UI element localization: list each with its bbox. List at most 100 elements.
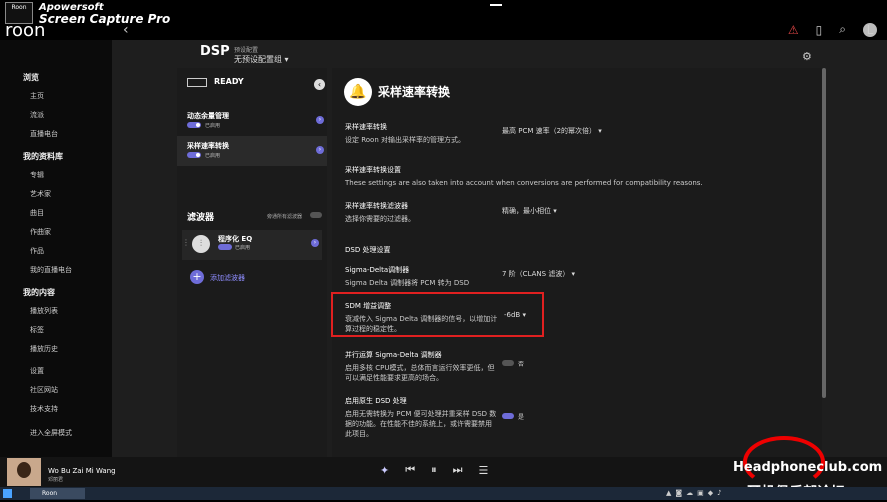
enabled-toggle[interactable] xyxy=(187,152,201,158)
sample-rate-dropdown[interactable]: 最高 PCM 速率（2的幂次倍） ▾ xyxy=(502,126,602,136)
sidebar-heading-content: 我的内容 xyxy=(23,288,55,297)
sidebar-item-home[interactable]: 主页 xyxy=(30,91,112,101)
filter-name: 程序化 EQ xyxy=(218,235,253,243)
sidebar-item-playlists[interactable]: 播放列表 xyxy=(30,306,112,316)
artist-name[interactable]: 邓丽君 xyxy=(48,476,63,483)
forum-watermark-url: Headphoneclub.com xyxy=(733,460,883,475)
sidebar-item-artists[interactable]: 艺术家 xyxy=(30,189,112,199)
previous-icon[interactable]: ⏮ xyxy=(405,463,415,477)
setting-title: Sigma-Delta调制器 xyxy=(345,266,410,274)
preset-value: 无预设配置组 xyxy=(234,55,282,64)
dsp-chain-panel: READY ‹ 动态余量管理 已启用 › 采样速率转换 已启用 › 滤波器 旁通… xyxy=(177,68,327,457)
native-dsd-toggle[interactable] xyxy=(502,413,514,419)
setting-title: 启用原生 DSD 处理 xyxy=(345,397,407,405)
profile-avatar[interactable]: L xyxy=(863,22,877,37)
back-chevron-icon[interactable]: ‹ xyxy=(123,22,129,38)
bookmark-icon[interactable]: ▯ xyxy=(816,23,823,37)
chevron-right-icon[interactable]: › xyxy=(316,146,324,154)
dropdown-value: 精确，最小相位 xyxy=(502,207,551,215)
filter-card-eq[interactable]: ⋮⋮ ⫶ 程序化 EQ 已启用 › xyxy=(182,230,322,260)
sidebar-item-compositions[interactable]: 作品 xyxy=(30,246,112,256)
row-state: 已启用 xyxy=(205,123,221,129)
sidebar-item-albums[interactable]: 专辑 xyxy=(30,170,112,180)
sidebar-item-genres[interactable]: 流派 xyxy=(30,110,112,120)
minimize-button[interactable] xyxy=(490,0,502,6)
chevron-down-icon: ▾ xyxy=(284,55,289,64)
queue-icon[interactable]: ☰ xyxy=(479,464,489,477)
parallel-toggle-label: 否 xyxy=(518,361,525,368)
windows-start-icon[interactable] xyxy=(3,489,12,498)
sidebar-item-tracks[interactable]: 曲目 xyxy=(30,208,112,218)
system-tray[interactable]: ▲◙☁▣◆♪ xyxy=(666,489,726,497)
filters-heading: 滤波器 xyxy=(187,213,215,223)
page-title: DSP xyxy=(200,44,230,59)
setting-desc: 据的功能。在性能不佳的系统上，或许需要禁用 xyxy=(345,420,492,428)
sidebar-group-misc: 设置 社区网站 技术支持 xyxy=(0,366,112,414)
status-header: READY ‹ xyxy=(177,72,327,94)
sidebar-item-support[interactable]: 技术支持 xyxy=(30,404,112,414)
setting-sample-rate-settings: 采样速率转换设置 These settings are also taken i… xyxy=(345,165,703,188)
song-title[interactable]: Wo Bu Zai Mi Wang xyxy=(48,467,116,475)
roon-logo[interactable]: roon xyxy=(5,20,45,41)
row-name: 采样速率转换 xyxy=(187,142,229,150)
next-icon[interactable]: ⏭ xyxy=(453,463,463,477)
eq-icon: ⫶ xyxy=(192,235,210,253)
gear-icon[interactable]: ⚙ xyxy=(802,50,812,63)
section-title: 采样速率转换 xyxy=(378,85,451,99)
filter-dropdown[interactable]: 精确，最小相位 ▾ xyxy=(502,206,557,216)
sparkle-icon[interactable]: ✦ xyxy=(380,464,389,477)
sidebar-item-composers[interactable]: 作曲家 xyxy=(30,227,112,237)
filter-state: 已启用 xyxy=(235,245,251,251)
setting-desc: 启用多核 CPU模式，总体而言运行效率更低，但 xyxy=(345,364,495,372)
pause-icon[interactable]: ⏸ xyxy=(431,463,437,477)
setting-parallel-sdm: 并行运算 Sigma-Delta 调制器 启用多核 CPU模式，总体而言运行效率… xyxy=(345,350,494,383)
main-area: DSP 预设配置 无预设配置组 ▾ ⚙ READY ‹ 动态余量管理 已启用 ›… xyxy=(112,40,887,457)
setting-native-dsd: 启用原生 DSD 处理 启用无需转换为 PCM 便可处理并重采样 DSD 数 据… xyxy=(345,396,496,439)
sidebar-group-content: 我的内容 播放列表 标签 播放历史 xyxy=(0,287,112,354)
sidebar-item-radio[interactable]: 直播电台 xyxy=(30,129,112,139)
preset-dropdown[interactable]: 无预设配置组 ▾ xyxy=(234,54,289,65)
search-icon[interactable]: ⌕ xyxy=(839,22,846,37)
highlight-box xyxy=(331,292,544,337)
modulator-dropdown[interactable]: 7 阶（CLANS 滤波） ▾ xyxy=(502,269,575,279)
watermark-line2: Screen Capture Pro xyxy=(39,12,171,26)
sidebar-item-tags[interactable]: 标签 xyxy=(30,325,112,335)
scrollbar[interactable] xyxy=(822,68,826,398)
dropdown-value: 7 阶（CLANS 滤波） xyxy=(502,270,570,278)
album-art[interactable] xyxy=(7,458,41,486)
sidebar-item-history[interactable]: 播放历史 xyxy=(30,344,112,354)
sidebar-item-my-radio[interactable]: 我的直播电台 xyxy=(30,265,112,275)
chevron-right-icon[interactable]: › xyxy=(311,239,319,247)
setting-desc: Sigma Delta 调制器将 PCM 转为 DSD xyxy=(345,279,470,287)
add-filter-button[interactable]: 添加滤波器 xyxy=(210,273,245,283)
sidebar-item-settings[interactable]: 设置 xyxy=(30,366,112,376)
setting-sample-rate: 采样速率转换 设定 Roon 对输出采样率的管理方式。 xyxy=(345,122,465,145)
chevron-right-icon[interactable]: › xyxy=(316,116,324,124)
sidebar-heading-library: 我的资料库 xyxy=(23,152,63,161)
collapse-panel-button[interactable]: ‹ xyxy=(314,79,325,90)
top-toolbar: ⚠ ▯ ⌕ L xyxy=(788,22,877,37)
setting-desc: 选择你需要的过滤器。 xyxy=(345,215,415,223)
setting-sigma-delta: Sigma-Delta调制器 Sigma Delta 调制器将 PCM 转为 D… xyxy=(345,265,469,288)
sidebar-heading-browse: 浏览 xyxy=(23,73,39,82)
parallel-toggle[interactable] xyxy=(502,360,514,366)
transport-controls: ✦ ⏮ ⏸ ⏭ ☰ xyxy=(380,463,488,477)
fullscreen-button[interactable]: 进入全屏模式 xyxy=(30,428,112,438)
setting-desc: 可以满足性能要求更高的场合。 xyxy=(345,374,443,382)
setting-desc: 此项目。 xyxy=(345,430,373,438)
taskbar: Roon ▲◙☁▣◆♪ xyxy=(0,487,887,500)
chain-row-sample-rate[interactable]: 采样速率转换 已启用 › xyxy=(177,136,327,166)
warning-icon[interactable]: ⚠ xyxy=(788,23,799,37)
add-filter-icon[interactable]: + xyxy=(190,270,204,284)
setting-desc: 设定 Roon 对输出采样率的管理方式。 xyxy=(345,136,466,144)
sidebar-item-community[interactable]: 社区网站 xyxy=(30,385,112,395)
enabled-toggle[interactable] xyxy=(187,122,201,128)
bypass-toggle[interactable] xyxy=(310,212,322,218)
setting-title: 采样速率转换滤波器 xyxy=(345,202,408,210)
setting-dsd-header: DSD 处理设置 xyxy=(345,245,390,258)
chain-row-headroom[interactable]: 动态余量管理 已启用 › xyxy=(177,106,327,136)
bypass-label: 旁通所有滤波器 xyxy=(267,214,303,220)
speaker-icon xyxy=(187,78,207,87)
taskbar-app-roon[interactable]: Roon xyxy=(30,488,85,499)
filter-enabled-toggle[interactable] xyxy=(218,244,232,250)
